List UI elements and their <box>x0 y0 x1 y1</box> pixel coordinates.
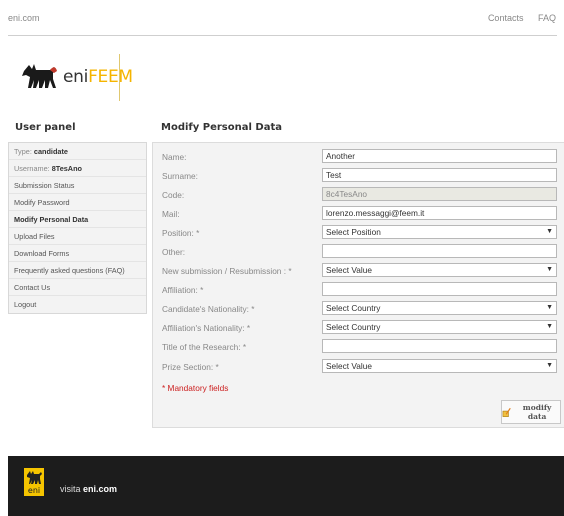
position-row: Position: * Select Position ▼ <box>153 225 564 239</box>
submission-select-value: Select Value <box>326 265 372 275</box>
visit-prefix: visita <box>60 484 81 494</box>
affiliation-nationality-row: Affiliation's Nationality: * Select Coun… <box>153 320 564 334</box>
name-label: Name: <box>162 152 187 162</box>
username-label: Username: <box>14 164 50 173</box>
sidebar-item-modify-password[interactable]: Modify Password <box>9 194 146 211</box>
brand-eni: eni <box>63 67 89 87</box>
username-value: 8TesAno <box>51 164 82 173</box>
sidebar-item-faq[interactable]: Frequently asked questions (FAQ) <box>9 262 146 279</box>
submission-row: New submission / Resubmission : * Select… <box>153 263 564 277</box>
brand-wordmark: eniFEEM <box>63 67 133 87</box>
user-panel-title: User panel <box>15 122 76 133</box>
top-divider <box>8 35 557 36</box>
sidebar-item-download-forms[interactable]: Download Forms <box>9 245 146 262</box>
research-title-field[interactable] <box>322 339 557 353</box>
personal-data-form: Name: Surname: Code: Mail: Position: * S… <box>152 142 564 428</box>
name-field[interactable] <box>322 149 557 163</box>
code-label: Code: <box>162 190 185 200</box>
affiliation-label: Affiliation: * <box>162 285 204 295</box>
submission-select[interactable]: Select Value ▼ <box>322 263 557 277</box>
candidate-nationality-select[interactable]: Select Country ▼ <box>322 301 557 315</box>
prize-section-row: Prize Section: * Select Value ▼ <box>153 359 564 373</box>
six-legged-dog-icon <box>27 471 42 484</box>
eni-footer-logo[interactable]: eni <box>24 468 44 496</box>
chevron-down-icon: ▼ <box>546 228 553 235</box>
chevron-down-icon: ▼ <box>546 323 553 330</box>
affiliation-nationality-value: Select Country <box>326 322 381 332</box>
eni-site-link[interactable]: eni.com <box>8 13 40 23</box>
footer-logo-text: eni <box>27 486 41 495</box>
six-legged-dog-icon <box>22 64 57 88</box>
user-type-label: Type: <box>14 147 32 156</box>
visit-eni-link[interactable]: visita eni.com <box>60 484 117 494</box>
top-bar: eni.com Contacts FAQ <box>0 0 564 36</box>
other-label: Other: <box>162 247 186 257</box>
candidate-nationality-value: Select Country <box>326 303 381 313</box>
mandatory-note: * Mandatory fields <box>162 383 229 393</box>
candidate-nationality-label: Candidate's Nationality: * <box>162 304 255 314</box>
affiliation-field[interactable] <box>322 282 557 296</box>
other-row: Other: <box>153 244 564 258</box>
user-panel-sidebar: Type: candidate Username: 8TesAno Submis… <box>8 142 147 314</box>
sidebar-item-submission-status[interactable]: Submission Status <box>9 177 146 194</box>
username-row: Username: 8TesAno <box>9 160 146 177</box>
affiliation-nationality-label: Affiliation's Nationality: * <box>162 323 251 333</box>
mail-label: Mail: <box>162 209 180 219</box>
position-select[interactable]: Select Position ▼ <box>322 225 557 239</box>
submission-label: New submission / Resubmission : * <box>162 266 292 276</box>
mail-field[interactable] <box>322 206 557 220</box>
sidebar-item-logout[interactable]: Logout <box>9 296 146 313</box>
affiliation-row: Affiliation: * <box>153 282 564 296</box>
prize-section-label: Prize Section: * <box>162 362 219 372</box>
surname-label: Surname: <box>162 171 198 181</box>
name-row: Name: <box>153 149 564 163</box>
brand-feem: FEEM <box>88 67 133 87</box>
visit-site: eni.com <box>83 484 118 494</box>
chevron-down-icon: ▼ <box>546 266 553 273</box>
sidebar-item-contact-us[interactable]: Contact Us <box>9 279 146 296</box>
modify-data-button[interactable]: modify data <box>501 400 561 424</box>
research-title-label: Title of the Research: * <box>162 342 247 352</box>
prize-section-select[interactable]: Select Value ▼ <box>322 359 557 373</box>
user-type-value: candidate <box>33 147 68 156</box>
other-field[interactable] <box>322 244 557 258</box>
sidebar-item-upload-files[interactable]: Upload Files <box>9 228 146 245</box>
page-title: Modify Personal Data <box>161 122 282 133</box>
position-label: Position: * <box>162 228 200 238</box>
affiliation-nationality-select[interactable]: Select Country ▼ <box>322 320 557 334</box>
research-title-row: Title of the Research: * <box>153 339 564 353</box>
enifeem-logo[interactable]: eniFEEM <box>20 55 133 101</box>
pencil-icon <box>502 407 511 417</box>
surname-field[interactable] <box>322 168 557 182</box>
contacts-link[interactable]: Contacts <box>488 13 524 23</box>
mail-row: Mail: <box>153 206 564 220</box>
chevron-down-icon: ▼ <box>546 304 553 311</box>
modify-data-label: modify data <box>522 403 552 421</box>
code-row: Code: <box>153 187 564 201</box>
surname-row: Surname: <box>153 168 564 182</box>
top-nav: Contacts FAQ <box>476 13 556 23</box>
sidebar-item-modify-personal-data[interactable]: Modify Personal Data <box>9 211 146 228</box>
user-type-row: Type: candidate <box>9 143 146 160</box>
code-field <box>322 187 557 201</box>
chevron-down-icon: ▼ <box>546 362 553 369</box>
prize-section-value: Select Value <box>326 361 372 371</box>
candidate-nationality-row: Candidate's Nationality: * Select Countr… <box>153 301 564 315</box>
logo-divider <box>119 54 120 101</box>
faq-link[interactable]: FAQ <box>538 13 556 23</box>
footer: eni visita eni.com <box>8 456 564 516</box>
position-select-value: Select Position <box>326 227 381 237</box>
